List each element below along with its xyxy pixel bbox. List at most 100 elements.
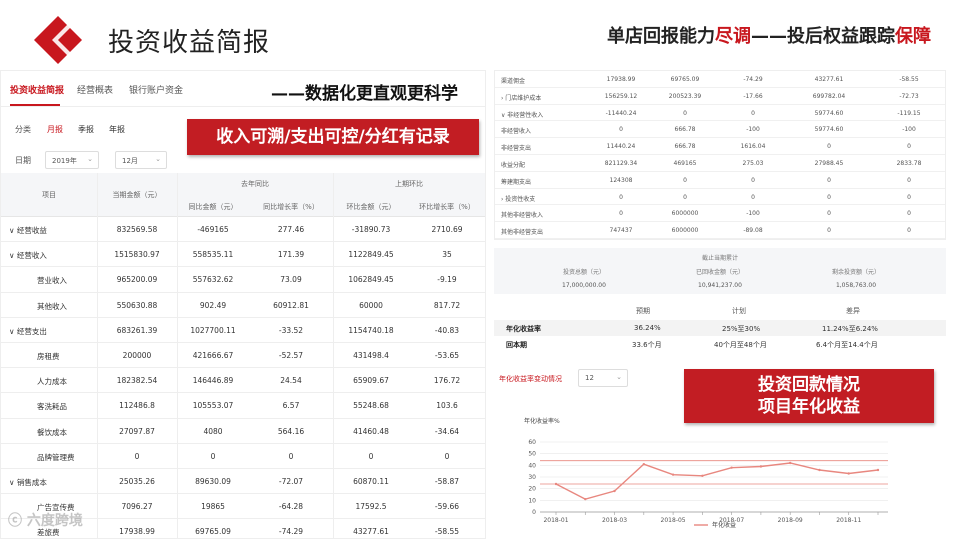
tab-bar: 投资收益简报 经营概表 银行账户资金 ——数据化更直观更科学 xyxy=(1,71,485,107)
row-cell: -469165 xyxy=(197,225,229,234)
table-row[interactable]: 筹建期支出 124308 0 0 0 0 xyxy=(495,172,945,189)
tab-operating-summary[interactable]: 经营概表 xyxy=(77,83,113,96)
detail-table: 渠道佣金 17938.99 69765.09 -74.29 43277.61 -58.55… xyxy=(494,70,946,240)
period-quarterly[interactable]: 季报 xyxy=(78,124,94,135)
row-cell: 1154740.18 xyxy=(348,325,394,335)
row-cell: -100 xyxy=(902,126,916,134)
year-select-value: 2019年 xyxy=(52,157,77,165)
year-select[interactable]: 2019年 ⌄ xyxy=(45,151,99,169)
active-tab-indicator xyxy=(10,104,60,106)
forecast-value: 11.24%至6.24% xyxy=(822,325,878,333)
y-tick-label: 10 xyxy=(528,497,536,504)
table-row[interactable]: 餐饮成本 27097.87 4080 564.16 41460.48 -34.64 xyxy=(1,419,485,444)
row-cell: 1515830.97 xyxy=(114,250,160,260)
tagline-highlight2: 保障 xyxy=(895,26,931,47)
table-row[interactable]: ∨ 经营收入 1515830.97 558535.11 171.39 1122849.4… xyxy=(1,242,485,268)
row-cell: 27988.45 xyxy=(814,159,844,167)
table-row[interactable]: 其他非经营收入 0 6000000 -100 0 0 xyxy=(495,205,945,223)
row-cell: 103.6 xyxy=(436,401,458,411)
table-row[interactable]: 银行余额3388611.212366634.1-9.8366697.4736.4… xyxy=(495,239,945,240)
table-row[interactable]: 渠道佣金 17938.99 69765.09 -74.29 43277.61 -58.55 xyxy=(495,71,945,88)
y-tick-label: 50 xyxy=(528,451,536,458)
data-point xyxy=(584,497,587,501)
table-row[interactable]: 营业收入 965200.09 557632.62 73.09 1062849.45 -9.… xyxy=(1,267,485,293)
row-cell: 73.09 xyxy=(280,275,302,285)
tagline-highlight1: 尽调 xyxy=(715,26,751,47)
table-row[interactable]: 房租费 200000 421666.67 -52.57 431498.4 -53.65 xyxy=(1,343,485,369)
table-row[interactable]: › 投资性收支 0 0 0 0 0 xyxy=(495,189,945,206)
tab-bank-funds[interactable]: 银行账户资金 xyxy=(129,83,183,96)
row-label: ∨ 非经营性收入 xyxy=(501,111,544,119)
row-cell: 200000 xyxy=(122,350,152,360)
table-row[interactable]: 非经营支出 11440.24 666.78 1616.04 0 0 xyxy=(495,138,945,155)
row-cell: 0 xyxy=(368,451,374,461)
row-cell: 7096.27 xyxy=(121,502,153,512)
table-row[interactable]: 品牌管理费 0 0 0 0 0 xyxy=(1,444,485,469)
table-row[interactable]: 收益分配 821129.34 469165 275.03 27988.45 2833.78 xyxy=(495,155,945,172)
row-cell: 0 xyxy=(210,451,216,461)
row-cell: 6000000 xyxy=(671,227,699,235)
forecast-header-expected: 预期 xyxy=(636,307,650,315)
trend-period-select[interactable]: 12 ⌄ xyxy=(578,369,628,387)
row-cell: 4080 xyxy=(203,426,223,436)
row-cell: 0 xyxy=(288,451,294,461)
tagline-part2: ——投后权益跟踪 xyxy=(751,26,895,47)
banner-line2: 项目年化收益 xyxy=(758,397,860,417)
forecast-value: 40个月至48个月 xyxy=(714,341,767,349)
summary-title: 截止当期累计 xyxy=(701,255,738,262)
row-cell: 431498.4 xyxy=(353,350,389,360)
row-label: 营业收入 xyxy=(37,276,67,286)
period-yearly[interactable]: 年报 xyxy=(109,124,125,135)
data-point xyxy=(847,472,850,475)
table-row[interactable]: ∨ 非经营性收入 -11440.24 0 0 59774.60 -119.15 xyxy=(495,105,945,122)
tab-investment-report[interactable]: 投资收益简报 xyxy=(10,83,64,96)
row-cell: 0 xyxy=(751,193,755,201)
slogan: ——数据化更直观更科学 xyxy=(271,84,458,104)
row-cell: 55248.68 xyxy=(353,401,389,411)
row-cell: -119.15 xyxy=(897,109,921,117)
month-select[interactable]: 12月 ⌄ xyxy=(115,151,167,169)
forecast-value: 6.4个月至14.4个月 xyxy=(816,341,878,349)
row-cell: 0 xyxy=(619,126,623,134)
row-cell: 0 xyxy=(683,193,687,201)
table-row[interactable]: 客洗耗品 112486.8 105553.07 6.57 55248.68 103.6 xyxy=(1,393,485,419)
y-tick-label: 40 xyxy=(528,462,536,469)
period-monthly[interactable]: 月报 xyxy=(47,124,63,135)
row-cell: -40.83 xyxy=(434,325,460,335)
y-tick-label: 30 xyxy=(528,474,536,481)
row-cell: 0 xyxy=(751,109,755,117)
forecast-header-diff: 差异 xyxy=(846,307,860,315)
chevron-down-icon: ⌄ xyxy=(616,373,622,381)
date-label: 日期 xyxy=(15,156,31,165)
row-cell: 112486.8 xyxy=(119,401,155,411)
row-cell: -58.55 xyxy=(899,76,919,83)
forecast-header-plan: 计划 xyxy=(732,307,746,315)
table-row[interactable]: 人力成本 182382.54 146446.89 24.54 65909.67 176.7… xyxy=(1,368,485,394)
row-cell: 89630.09 xyxy=(195,476,231,486)
row-cell: 902.49 xyxy=(199,300,227,310)
forecast-label: 年化收益率 xyxy=(506,325,541,333)
row-cell: 2710.69 xyxy=(431,225,463,234)
row-cell: -52.57 xyxy=(278,350,304,360)
row-label: 其他非经营支出 xyxy=(501,229,544,237)
col-item: 项目 xyxy=(42,191,56,199)
table-row[interactable]: ∨ 销售成本 25035.26 89630.09 -72.07 60870.11 -58.… xyxy=(1,469,485,495)
table-row[interactable]: ∨ 经营支出 683261.39 1027700.11 -33.52 1154740.1… xyxy=(1,318,485,343)
report-panel: 投资收益简报 经营概表 银行账户资金 ——数据化更直观更科学 分类 月报 季报 … xyxy=(0,70,486,539)
row-cell: 683261.39 xyxy=(116,325,158,335)
table-row[interactable]: › 门店维护成本 156259.12 200523.39 -17.66 699782.0… xyxy=(495,88,945,105)
row-cell: 35 xyxy=(442,250,452,260)
table-row[interactable]: 其他收入 550630.88 902.49 60912.81 60000 817.72 xyxy=(1,293,485,318)
table-row[interactable]: ∨ 经营收益 832569.58 -469165 277.46 -31890.73 271… xyxy=(1,217,485,243)
row-label: › 门店维护成本 xyxy=(501,94,542,102)
x-tick-label: 2018-09 xyxy=(778,517,803,524)
table-row[interactable]: 其他非经营支出 747437 6000000 -89.08 0 0 xyxy=(495,222,945,239)
row-label: 收益分配 xyxy=(501,161,526,169)
row-label: 人力成本 xyxy=(37,377,67,387)
row-label: 餐饮成本 xyxy=(37,427,67,437)
forecast-table: 预期 计划 差异 年化收益率 36.24% 25%至30% 11.24%至6.2… xyxy=(494,302,946,352)
row-cell: 699782.04 xyxy=(812,92,846,100)
table-row[interactable]: 非经营收入 0 666.78 -100 59774.60 -100 xyxy=(495,121,945,139)
row-label: 客洗耗品 xyxy=(37,402,67,412)
row-label: ∨ 销售成本 xyxy=(9,477,47,487)
